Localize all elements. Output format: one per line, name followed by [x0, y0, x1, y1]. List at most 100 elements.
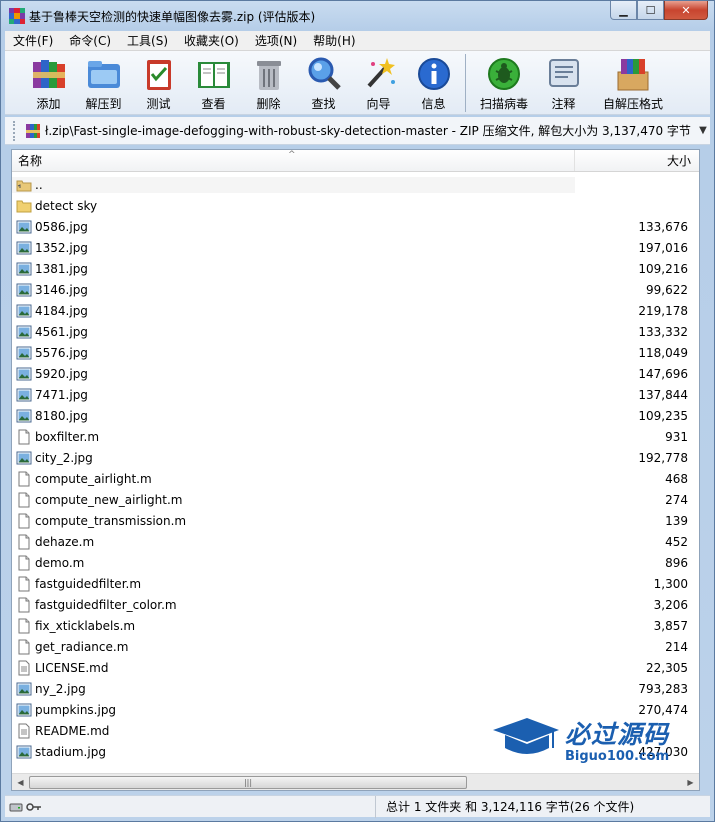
test-button[interactable]: 测试	[131, 51, 186, 113]
table-row[interactable]: ..	[12, 174, 699, 195]
file-size: 931	[665, 429, 688, 444]
table-row[interactable]: 7471.jpg 137,844	[12, 384, 699, 405]
file-icon	[16, 618, 32, 634]
menu-commands[interactable]: 命令(C)	[61, 32, 119, 49]
table-row[interactable]: 4561.jpg 133,332	[12, 321, 699, 342]
file-name-cell: detect sky	[12, 198, 575, 214]
table-row[interactable]: 1381.jpg 109,216	[12, 258, 699, 279]
address-bar[interactable]: ł.zip\Fast-single-image-defogging-with-r…	[5, 117, 710, 145]
file-name: demo.m	[35, 555, 85, 570]
virus-scan-icon	[485, 55, 523, 93]
file-name-cell: 5920.jpg	[12, 366, 575, 382]
table-row[interactable]: boxfilter.m 931	[12, 426, 699, 447]
scroll-left-icon[interactable]: ◀	[12, 774, 29, 791]
file-size: 3,206	[653, 597, 688, 612]
file-icon	[16, 429, 32, 445]
file-name: README.md	[35, 723, 110, 738]
extract-to-button[interactable]: 解压到	[76, 51, 131, 113]
file-size: 274	[665, 492, 688, 507]
file-name: 8180.jpg	[35, 408, 88, 423]
file-name-cell: compute_airlight.m	[12, 471, 575, 487]
image-file-icon	[16, 324, 32, 340]
file-size: 452	[665, 534, 688, 549]
file-name-cell: ..	[12, 176, 575, 193]
table-row[interactable]: 0586.jpg 133,676	[12, 216, 699, 237]
table-row[interactable]: compute_transmission.m 139	[12, 510, 699, 531]
view-label: 查看	[201, 97, 226, 111]
menu-options[interactable]: 选项(N)	[247, 32, 305, 49]
archive-icon	[25, 123, 41, 139]
file-size: 137,844	[638, 387, 688, 402]
file-name-cell: 5576.jpg	[12, 345, 575, 361]
menu-tools[interactable]: 工具(S)	[119, 32, 176, 49]
virus-scan-button[interactable]: 扫描病毒	[472, 51, 536, 113]
table-row[interactable]: dehaze.m 452	[12, 531, 699, 552]
file-icon	[16, 639, 32, 655]
find-button[interactable]: 查找	[296, 51, 351, 113]
table-row[interactable]: 1352.jpg 197,016	[12, 237, 699, 258]
table-row[interactable]: compute_airlight.m 468	[12, 468, 699, 489]
scroll-track[interactable]: |||	[29, 775, 682, 790]
file-name: 1352.jpg	[35, 240, 88, 255]
file-size: 192,778	[638, 450, 688, 465]
table-row[interactable]: 5920.jpg 147,696	[12, 363, 699, 384]
file-name-cell: city_2.jpg	[12, 450, 575, 466]
menu-file[interactable]: 文件(F)	[5, 32, 61, 49]
image-file-icon	[16, 282, 32, 298]
find-label: 查找	[311, 97, 336, 111]
comment-button[interactable]: 注释	[536, 51, 591, 113]
status-summary: 总计 1 文件夹 和 3,124,116 字节(26 个文件)	[375, 795, 634, 818]
wizard-button[interactable]: 向导	[351, 51, 406, 113]
test-label: 测试	[146, 97, 171, 111]
file-name: compute_airlight.m	[35, 471, 152, 486]
table-row[interactable]: detect sky	[12, 195, 699, 216]
maximize-button[interactable]: ☐	[637, 1, 664, 20]
sfx-button[interactable]: 自解压格式	[591, 51, 675, 113]
file-rows: .. detect sky 0586.jpg 133,676 1352.jpg 197,0…	[12, 174, 699, 762]
menu-favorites[interactable]: 收藏夹(O)	[176, 32, 247, 49]
extract-folder-icon	[85, 55, 123, 93]
scroll-thumb[interactable]: |||	[29, 775, 467, 789]
comment-icon	[545, 55, 583, 93]
menu-help[interactable]: 帮助(H)	[305, 32, 363, 49]
table-row[interactable]: fix_xticklabels.m 3,857	[12, 615, 699, 636]
table-row[interactable]: demo.m 896	[12, 552, 699, 573]
add-button[interactable]: 添加	[21, 51, 76, 113]
key-icon[interactable]	[26, 801, 42, 813]
file-name: fastguidedfilter_color.m	[35, 597, 177, 612]
table-row[interactable]: 4184.jpg 219,178	[12, 300, 699, 321]
file-name-cell: dehaze.m	[12, 534, 575, 550]
file-name-cell: boxfilter.m	[12, 429, 575, 445]
table-row[interactable]: 8180.jpg 109,235	[12, 405, 699, 426]
file-size: 109,235	[638, 408, 688, 423]
file-list[interactable]: 名称 ^ 大小 .. detect sky 0586.jpg 133,676 1352.…	[11, 149, 700, 791]
horizontal-scrollbar[interactable]: ◀ ||| ▶	[12, 773, 699, 790]
file-name: 4561.jpg	[35, 324, 88, 339]
drive-icon[interactable]	[9, 801, 23, 813]
table-row[interactable]: fastguidedfilter.m 1,300	[12, 573, 699, 594]
chevron-down-icon[interactable]: ▼	[696, 125, 710, 136]
file-size: 214	[665, 639, 688, 654]
minimize-button[interactable]: ▁	[610, 1, 637, 20]
column-size-header[interactable]: 大小	[575, 150, 699, 171]
column-name-header[interactable]: 名称 ^	[12, 150, 575, 171]
table-row[interactable]: 3146.jpg 99,622	[12, 279, 699, 300]
file-name-cell: 7471.jpg	[12, 387, 575, 403]
table-row[interactable]: city_2.jpg 192,778	[12, 447, 699, 468]
close-button[interactable]: ✕	[664, 1, 708, 20]
table-row[interactable]: compute_new_airlight.m 274	[12, 489, 699, 510]
test-clipboard-icon	[140, 55, 178, 93]
scroll-right-icon[interactable]: ▶	[682, 774, 699, 791]
delete-button[interactable]: 删除	[241, 51, 296, 113]
file-icon	[16, 534, 32, 550]
info-button[interactable]: 信息	[406, 51, 461, 113]
scroll-grip-icon: |||	[243, 777, 253, 787]
view-button[interactable]: 查看	[186, 51, 241, 113]
file-name: ny_2.jpg	[35, 681, 86, 696]
table-row[interactable]: get_radiance.m 214	[12, 636, 699, 657]
table-row[interactable]: 5576.jpg 118,049	[12, 342, 699, 363]
file-name: 4184.jpg	[35, 303, 88, 318]
table-row[interactable]: fastguidedfilter_color.m 3,206	[12, 594, 699, 615]
table-row[interactable]: LICENSE.md 22,305	[12, 657, 699, 678]
table-row[interactable]: ny_2.jpg 793,283	[12, 678, 699, 699]
